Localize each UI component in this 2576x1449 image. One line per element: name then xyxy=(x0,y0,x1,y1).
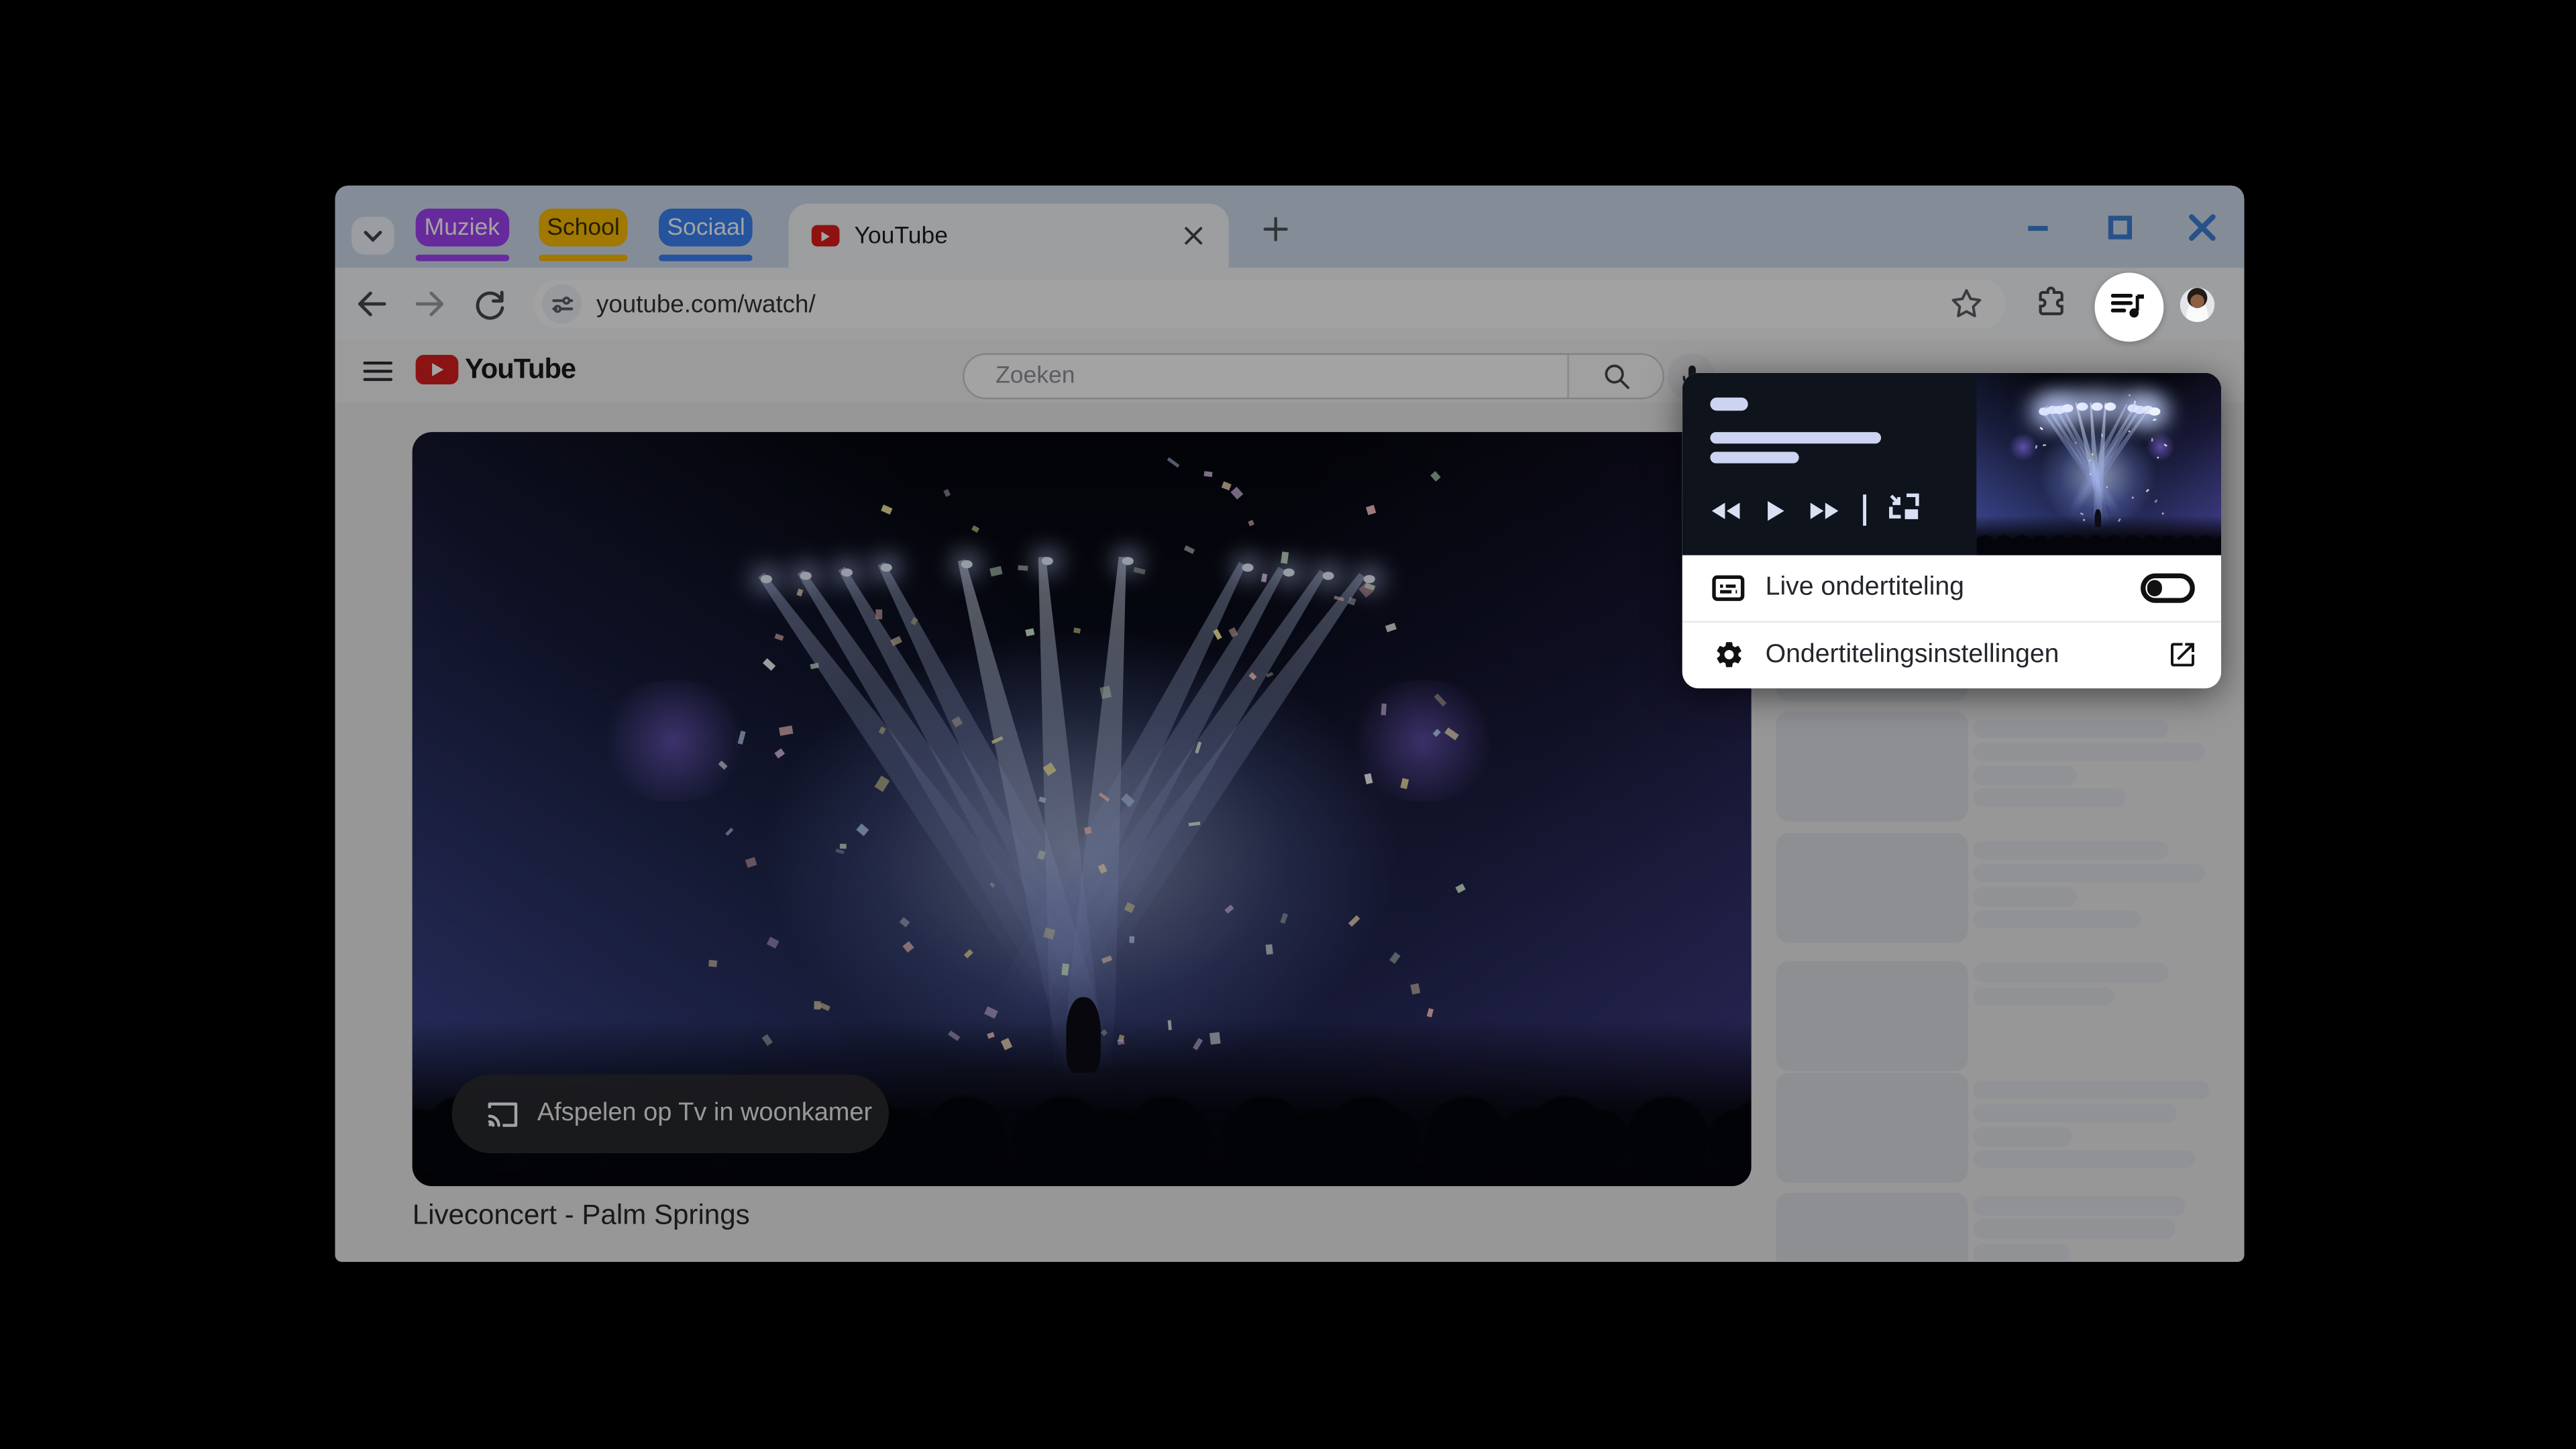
live-caption-row[interactable]: Live ondertiteling xyxy=(1682,555,2220,622)
queue-music-icon xyxy=(2110,294,2144,318)
live-caption-label: Live ondertiteling xyxy=(1765,574,1964,602)
media-album-art xyxy=(1975,372,2220,555)
media-title-skeleton xyxy=(1709,433,1882,445)
media-controls-popup: Live ondertiteling Ondertitelingsinstell… xyxy=(1682,372,2220,688)
rewind-icon xyxy=(1711,502,1725,519)
open-in-new-icon xyxy=(2169,643,2194,667)
playback-controls xyxy=(1682,484,1922,536)
media-artist-skeleton xyxy=(1709,451,1799,464)
gear-icon xyxy=(1716,643,1741,668)
dim-overlay xyxy=(335,185,2245,1262)
media-controls-button[interactable] xyxy=(2094,272,2163,341)
picture-in-picture-button[interactable] xyxy=(1885,491,1921,529)
profile-avatar[interactable] xyxy=(2180,287,2215,323)
fast-forward-icon xyxy=(1810,502,1824,519)
picture-in-picture-icon xyxy=(1888,493,1919,519)
caption-settings-row[interactable]: Ondertitelingsinstellingen xyxy=(1682,623,2220,688)
live-caption-icon xyxy=(1712,575,1745,602)
stage-light xyxy=(2090,402,2102,411)
stage-light xyxy=(2061,404,2073,413)
media-source-skeleton xyxy=(1709,397,1749,411)
play-icon xyxy=(1768,500,1784,521)
controls-divider xyxy=(1863,494,1866,526)
live-caption-toggle[interactable] xyxy=(2139,574,2194,603)
confetti-speck xyxy=(2130,407,2133,409)
confetti-speck xyxy=(2153,419,2156,421)
album-art-concert xyxy=(1975,372,2220,555)
caption-settings-label: Ondertitelingsinstellingen xyxy=(1765,640,2059,669)
browser-window: Muziek School Sociaal YouTube youtube.co… xyxy=(335,185,2245,1262)
media-session-card xyxy=(1682,372,2220,555)
toggle-knob xyxy=(2146,580,2162,596)
play-button[interactable] xyxy=(1768,500,1784,521)
rewind-button[interactable] xyxy=(1711,502,1740,519)
desktop-background: Muziek School Sociaal YouTube youtube.co… xyxy=(0,0,2576,1449)
fast-forward-button[interactable] xyxy=(1810,502,1839,519)
